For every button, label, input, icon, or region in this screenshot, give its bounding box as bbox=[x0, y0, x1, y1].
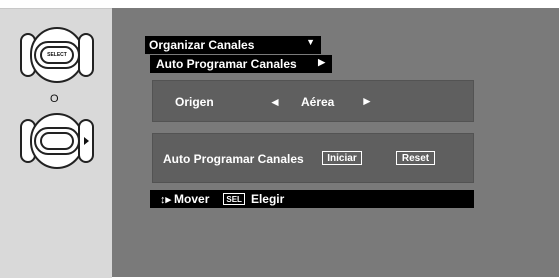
dropdown-caret-icon: ▼ bbox=[306, 37, 315, 47]
autoprogram-label: Auto Programar Canales bbox=[163, 152, 304, 166]
remote-panel: SELECT O bbox=[0, 8, 112, 278]
or-label: O bbox=[50, 93, 59, 105]
submenu-item-auto-program[interactable]: Auto Programar Canales ▶ bbox=[150, 55, 332, 73]
origin-panel: Origen ◄ Aérea ► bbox=[152, 80, 474, 122]
start-button[interactable]: Iniciar bbox=[322, 151, 362, 165]
submenu-arrow-icon: ▶ bbox=[318, 57, 325, 67]
move-icon: ↕▸ bbox=[160, 193, 172, 206]
sel-badge: SEL bbox=[223, 193, 245, 205]
remote-select-control: SELECT bbox=[20, 27, 94, 83]
help-footer: ↕▸ Mover SEL Elegir bbox=[150, 190, 474, 208]
reset-button[interactable]: Reset bbox=[396, 151, 435, 165]
submenu-label: Auto Programar Canales bbox=[156, 57, 297, 71]
autoprogram-panel: Auto Programar Canales Iniciar Reset bbox=[152, 133, 474, 183]
select-label: Elegir bbox=[250, 192, 285, 206]
menu-title[interactable]: Organizar Canales ▼ bbox=[145, 36, 321, 54]
select-button-icon: SELECT bbox=[40, 46, 74, 64]
left-arrow-icon[interactable]: ◄ bbox=[269, 95, 281, 109]
move-label: Mover bbox=[174, 192, 210, 206]
right-arrow-icon bbox=[84, 137, 89, 145]
center-button-icon bbox=[40, 132, 74, 150]
origin-label: Origen bbox=[175, 95, 214, 109]
menu-title-label: Organizar Canales bbox=[149, 38, 255, 52]
remote-navigation-control bbox=[20, 113, 94, 169]
origin-value[interactable]: Aérea bbox=[301, 95, 334, 109]
right-arrow-icon[interactable]: ► bbox=[361, 94, 373, 108]
right-arc-icon bbox=[78, 33, 94, 77]
